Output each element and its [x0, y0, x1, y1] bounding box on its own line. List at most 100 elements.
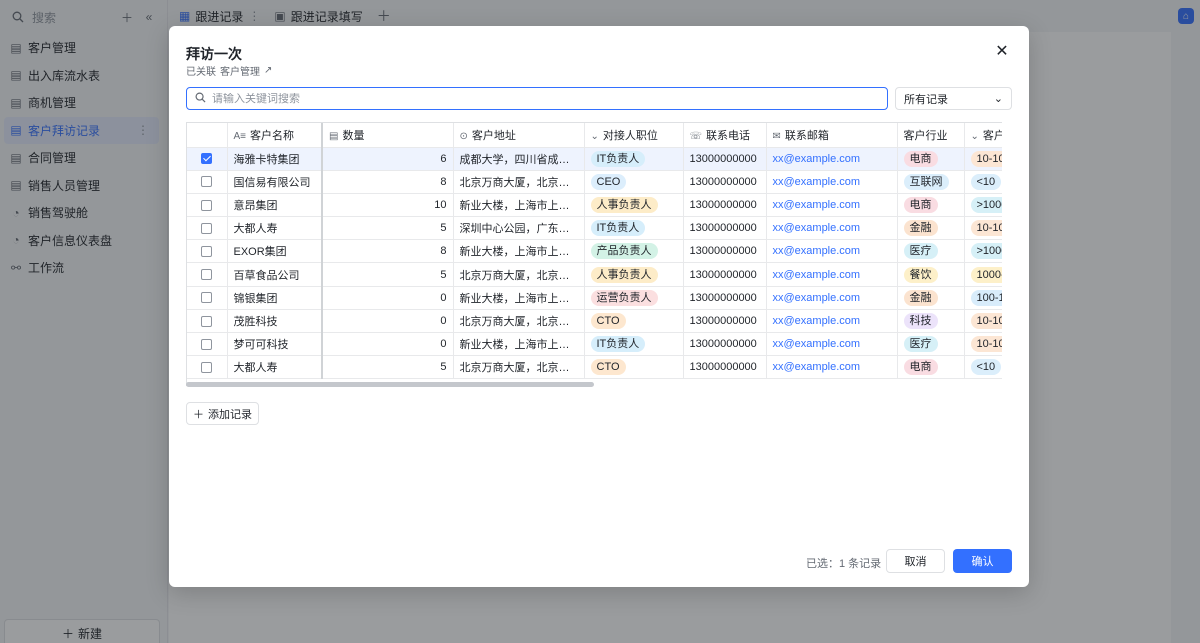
record-filter-select[interactable]: 所有记录 ⌄ [895, 87, 1012, 110]
row-checkbox-cell[interactable] [187, 309, 228, 334]
row-checkbox[interactable] [201, 338, 213, 350]
industry-tag: 金融 [903, 289, 938, 306]
cell-phone: 13000000000 [683, 309, 767, 334]
cell-email[interactable]: xx@example.com [766, 309, 898, 334]
cell-quantity: 0 [322, 309, 454, 334]
row-checkbox-cell[interactable] [187, 193, 228, 218]
cell-email[interactable]: xx@example.com [766, 355, 898, 380]
row-checkbox-cell[interactable] [187, 262, 228, 287]
header-contact-role[interactable]: ⌄ 对接人职位 [584, 123, 684, 148]
row-checkbox[interactable] [201, 153, 213, 165]
cell-email[interactable]: xx@example.com [766, 332, 898, 357]
cell-email[interactable]: xx@example.com [766, 286, 898, 310]
link-record-dialog: 拜访一次 已关联 客户管理 ↗ ✕ 所有记录 ⌄ A≡客户名称 ▤数量 ⊙客户 [169, 26, 1029, 587]
cell-industry: 电商 [897, 355, 965, 380]
industry-tag: 电商 [903, 150, 938, 167]
industry-tag: 医疗 [903, 336, 938, 353]
table-row[interactable]: 锦银集团 0 新业大楼，上海市上海... 运营负责人 13000000000 xx@exa… [187, 286, 1002, 310]
cell-address: 北京万商大厦，北京市... [453, 170, 585, 194]
row-checkbox-cell[interactable] [187, 216, 228, 241]
header-quantity[interactable]: ▤ 数量 [322, 123, 454, 148]
add-record-button[interactable]: ＋ 添加记录 [186, 402, 259, 425]
cell-phone: 13000000000 [683, 332, 767, 357]
cell-customer-name: 锦银集团 [227, 286, 323, 310]
single-select-icon: ⌄ [590, 130, 599, 142]
table-row[interactable]: EXOR集团 8 新业大楼，上海市上海... 产品负责人 13000000000 xx@e… [187, 239, 1002, 264]
record-search-box[interactable] [186, 87, 888, 110]
cell-quantity: 5 [322, 355, 454, 380]
cell-email[interactable]: xx@example.com [766, 262, 898, 287]
header-industry[interactable]: 客户行业 [897, 123, 965, 148]
close-icon[interactable]: ✕ [993, 42, 1011, 60]
cell-customer-size: 10-100 [964, 216, 1002, 241]
cell-email[interactable]: xx@example.com [766, 170, 898, 194]
confirm-button[interactable]: 确认 [953, 549, 1012, 573]
row-checkbox[interactable] [201, 199, 213, 211]
row-checkbox[interactable] [201, 176, 213, 188]
table-row[interactable]: 梦可可科技 0 新业大楼，上海市上海... IT负责人 13000000000 xx@ex… [187, 332, 1002, 357]
row-checkbox[interactable] [201, 315, 213, 327]
external-link-icon[interactable]: ↗ [264, 65, 272, 76]
row-checkbox-cell[interactable] [187, 147, 228, 171]
header-address[interactable]: ⊙ 客户地址 [453, 123, 585, 148]
cell-customer-name: 大都人寿 [227, 216, 323, 241]
table-row[interactable]: 百草食品公司 5 北京万商大厦，北京市... 人事负责人 13000000000 xx@e… [187, 262, 1002, 287]
horizontal-scrollbar[interactable] [186, 382, 594, 387]
selected-count: 已选：1 条记录 [806, 558, 882, 570]
header-email[interactable]: ✉ 联系邮箱 [766, 123, 898, 148]
cell-email[interactable]: xx@example.com [766, 147, 898, 171]
cell-phone: 13000000000 [683, 170, 767, 194]
row-checkbox[interactable] [201, 361, 213, 373]
customer-size-tag: <10 [970, 173, 1002, 190]
cell-email[interactable]: xx@example.com [766, 193, 898, 218]
record-grid: A≡ 客户名称 ▤ 数量 ⊙ 客户地址 ⌄ 对接人职位 ☏ 联系电话 ✉ 联系邮箱 客户行业… [186, 122, 1002, 386]
cell-phone: 13000000000 [683, 262, 767, 287]
contact-role-tag: 产品负责人 [590, 243, 658, 260]
customer-size-tag: 100-10 [970, 289, 1002, 306]
table-row[interactable]: 海雅卡特集团 6 成都大学，四川省成都... IT负责人 13000000000 xx@e… [187, 147, 1002, 171]
row-checkbox-cell[interactable] [187, 170, 228, 194]
cell-industry: 电商 [897, 147, 965, 171]
header-customer-name[interactable]: A≡ 客户名称 [227, 123, 323, 148]
cell-customer-size: <10 [964, 355, 1002, 380]
cell-customer-name: 百草食品公司 [227, 262, 323, 287]
cancel-button[interactable]: 取消 [886, 549, 945, 573]
search-input[interactable] [212, 92, 887, 105]
contact-role-tag: IT负责人 [590, 220, 646, 237]
cell-address: 成都大学，四川省成都... [453, 147, 585, 171]
row-checkbox[interactable] [201, 269, 213, 281]
contact-role-tag: CEO [590, 173, 627, 190]
cell-customer-name: 梦可可科技 [227, 332, 323, 357]
cell-quantity: 8 [322, 239, 454, 264]
row-checkbox-cell[interactable] [187, 332, 228, 357]
row-checkbox-cell[interactable] [187, 355, 228, 380]
contact-role-tag: CTO [590, 312, 626, 329]
cell-customer-name: EXOR集团 [227, 239, 323, 264]
cell-address: 新业大楼，上海市上海... [453, 286, 585, 310]
row-checkbox[interactable] [201, 292, 213, 304]
cell-email[interactable]: xx@example.com [766, 239, 898, 264]
cell-customer-name: 意昂集团 [227, 193, 323, 218]
row-checkbox-cell[interactable] [187, 286, 228, 310]
table-row[interactable]: 国信易有限公司 8 北京万商大厦，北京市... CEO 13000000000 xx@ex… [187, 170, 1002, 194]
text-field-icon: A≡ [233, 130, 247, 142]
table-row[interactable]: 大都人寿 5 深圳中心公园，广东省... IT负责人 13000000000 xx@exa… [187, 216, 1002, 241]
cell-customer-size: >1000 [964, 193, 1002, 218]
header-phone[interactable]: ☏ 联系电话 [683, 123, 767, 148]
add-record-label: 添加记录 [208, 408, 252, 421]
contact-role-tag: IT负责人 [590, 336, 646, 353]
linked-table-name[interactable]: 客户管理 [220, 63, 260, 78]
table-row[interactable]: 大都人寿 5 北京万商大厦，北京市... CTO 13000000000 xx@examp… [187, 355, 1002, 380]
cell-phone: 13000000000 [683, 193, 767, 218]
industry-tag: 医疗 [903, 243, 938, 260]
cell-address: 新业大楼，上海市上海... [453, 332, 585, 357]
row-checkbox-cell[interactable] [187, 239, 228, 264]
row-checkbox[interactable] [201, 245, 213, 257]
row-checkbox[interactable] [201, 222, 213, 234]
table-row[interactable]: 茂胜科技 0 北京万商大厦，北京市... CTO 13000000000 xx@examp… [187, 309, 1002, 334]
contact-role-tag: IT负责人 [590, 150, 646, 167]
cell-email[interactable]: xx@example.com [766, 216, 898, 241]
linked-table-info: 已关联 客户管理 ↗ [186, 63, 272, 78]
table-row[interactable]: 意昂集团 10 新业大楼，上海市上海... 人事负责人 13000000000 xx@ex… [187, 193, 1002, 218]
header-customer-size[interactable]: ⌄客户 [964, 123, 1002, 148]
